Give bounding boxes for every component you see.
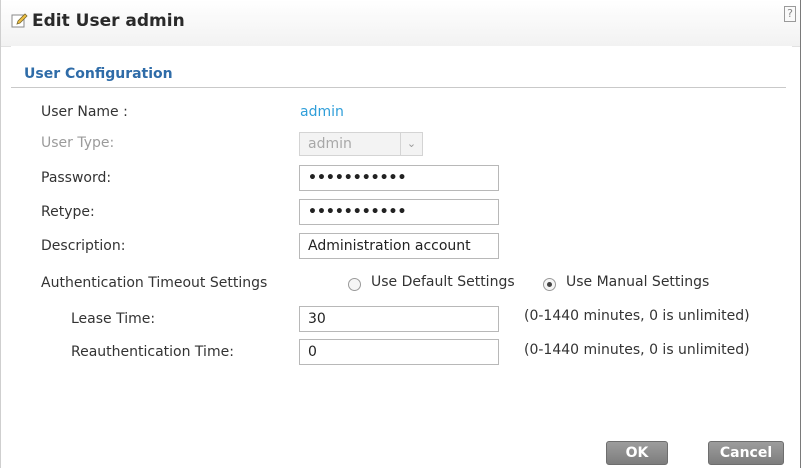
user-type-label: User Type: <box>41 135 115 151</box>
reauth-time-field[interactable]: 0 <box>299 339 499 365</box>
auth-timeout-label: Authentication Timeout Settings <box>41 275 268 291</box>
retype-label: Retype: <box>41 204 95 220</box>
cancel-button[interactable]: Cancel <box>708 441 784 465</box>
reauth-time-label: Reauthentication Time: <box>71 344 234 360</box>
dialog-titlebar: Edit User admin ? <box>1 0 800 47</box>
user-type-selected: admin <box>308 136 352 152</box>
use-manual-radio[interactable] <box>543 278 556 291</box>
ok-button[interactable]: OK <box>606 441 668 465</box>
password-field[interactable]: ••••••••••• <box>299 165 499 191</box>
use-default-label[interactable]: Use Default Settings <box>371 274 515 290</box>
section-divider <box>11 87 786 88</box>
lease-time-hint: (0-1440 minutes, 0 is unlimited) <box>524 308 750 324</box>
section-title: User Configuration <box>24 66 173 82</box>
use-manual-label[interactable]: Use Manual Settings <box>566 274 709 290</box>
dialog-title: Edit User admin <box>32 11 185 31</box>
user-name-label: User Name : <box>41 104 128 120</box>
edit-icon <box>11 12 29 30</box>
description-field[interactable]: Administration account <box>299 233 499 259</box>
retype-password-field[interactable]: ••••••••••• <box>299 199 499 225</box>
user-type-select: admin ⌄ <box>299 132 423 156</box>
use-default-radio[interactable] <box>348 278 361 291</box>
reauth-time-hint: (0-1440 minutes, 0 is unlimited) <box>524 342 750 358</box>
password-label: Password: <box>41 170 112 186</box>
chevron-down-icon: ⌄ <box>400 133 422 155</box>
edit-user-dialog: Edit User admin ? User Configuration Use… <box>0 0 801 468</box>
help-icon[interactable]: ? <box>784 6 796 22</box>
user-name-value: admin <box>300 104 344 120</box>
description-label: Description: <box>41 238 126 254</box>
dialog-content: User Configuration User Name : admin Use… <box>11 46 792 468</box>
lease-time-field[interactable]: 30 <box>299 306 499 332</box>
lease-time-label: Lease Time: <box>71 311 156 327</box>
